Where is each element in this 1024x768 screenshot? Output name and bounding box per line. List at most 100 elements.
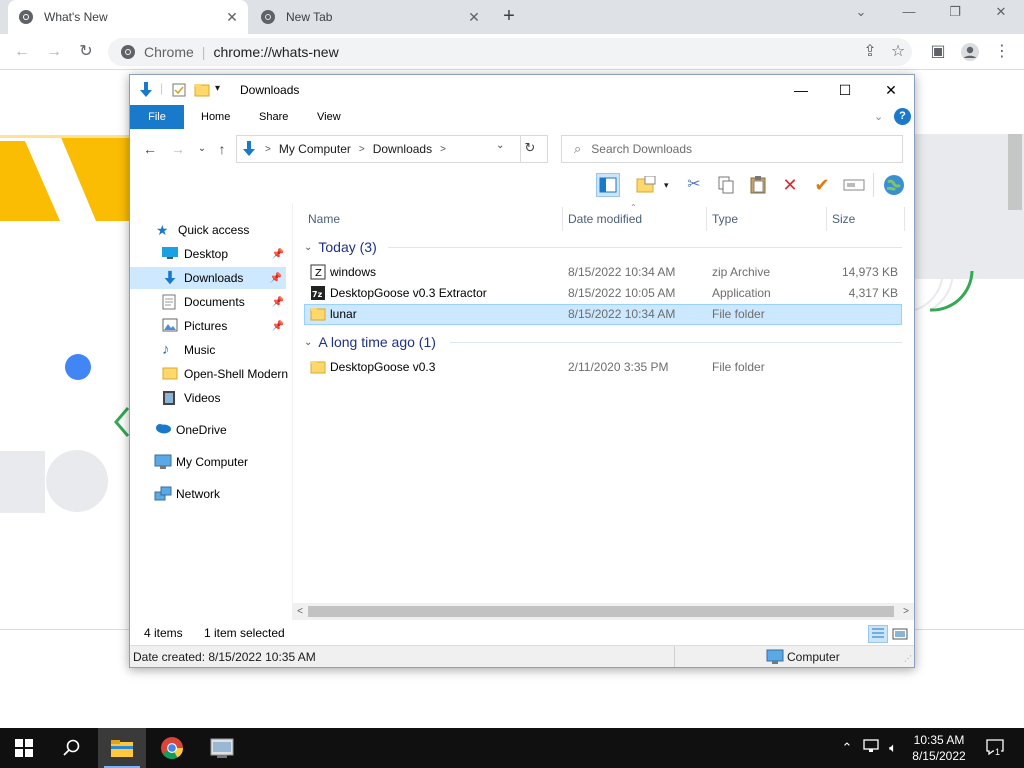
large-icons-view-icon[interactable] [890,625,910,643]
scroll-right-icon[interactable]: > [898,603,914,620]
properties-icon[interactable] [172,83,186,97]
delete-icon[interactable]: ✕ [778,173,802,197]
side-panel-icon[interactable]: ▣ [926,40,950,64]
column-divider[interactable] [904,207,905,231]
search-input[interactable]: ⌕ Search Downloads [561,135,903,163]
pin-icon[interactable]: 📌 [270,273,282,284]
refresh-icon[interactable]: ↻ [520,140,540,156]
up-arrow-icon[interactable]: ↑ [214,141,230,157]
group-header-today[interactable]: ⌄ Today (3) [304,235,377,259]
file-row-windows[interactable]: Z windows 8/15/2022 10:34 AM zip Archive… [304,262,902,283]
taskbar-app[interactable] [198,728,246,768]
ribbon-tab-share[interactable]: Share [245,105,302,129]
recent-locations-icon[interactable]: ⌄ [194,141,210,157]
group-header-long-time-ago[interactable]: ⌄ A long time ago (1) [304,330,436,354]
forward-arrow-icon[interactable]: → [170,141,186,157]
taskbar-file-explorer[interactable] [98,728,146,768]
view-dropdown-icon[interactable]: ▾ [664,180,669,191]
copy-icon[interactable] [714,173,738,197]
file-row-desktopgoose-extractor[interactable]: 7z DesktopGoose v0.3 Extractor 8/15/2022… [304,283,902,304]
ribbon-tab-home[interactable]: Home [187,105,244,129]
nav-downloads[interactable]: Downloads 📌 [130,267,286,289]
column-date-modified[interactable]: Date modified [568,207,642,231]
omnibox[interactable]: Chrome | chrome://whats-new [108,38,912,66]
nav-music[interactable]: ♪ Music [162,339,215,361]
close-tab-icon[interactable]: ✕ [224,9,240,26]
pin-icon[interactable]: 📌 [272,321,284,332]
scroll-left-icon[interactable]: < [292,603,308,620]
nav-onedrive[interactable]: OneDrive [154,419,227,441]
reload-icon[interactable]: ↻ [74,40,98,64]
tab-new-tab[interactable]: New Tab ✕ [250,0,490,34]
rename-icon[interactable] [842,173,866,197]
nav-pictures[interactable]: Pictures 📌 [162,315,284,337]
qat-dropdown-icon[interactable]: ▾ [215,83,220,94]
share-icon[interactable]: ⇪ [858,40,882,64]
taskbar-chrome[interactable] [148,728,196,768]
notifications-icon[interactable]: 1 [984,739,1006,757]
new-tab-button[interactable]: + [498,5,520,27]
volume-icon[interactable]: 🔈︎ [884,739,902,757]
expand-ribbon-icon[interactable]: ⌄ [874,110,883,123]
maximize-button[interactable]: ☐ [822,75,868,105]
close-tab-icon[interactable]: ✕ [466,9,482,26]
search-button[interactable] [48,728,96,768]
nav-videos[interactable]: Videos [162,387,220,409]
forward-arrow-icon[interactable]: → [42,40,66,64]
help-icon[interactable]: ? [894,108,911,125]
column-divider[interactable] [706,207,707,231]
nav-pane-splitter[interactable] [292,203,293,615]
file-row-desktopgoose[interactable]: DesktopGoose v0.3 2/11/2020 3:35 PM File… [304,357,902,378]
column-name[interactable]: Name [308,207,340,231]
view-folder-icon[interactable] [634,173,658,197]
globe-icon[interactable] [882,173,906,197]
navigation-pane-icon[interactable] [596,173,620,197]
nav-network[interactable]: Network [154,483,220,505]
properties-check-icon[interactable]: ✔ [810,173,834,197]
show-hidden-icons-icon[interactable]: ⌃ [838,739,856,757]
file-row-lunar[interactable]: lunar 8/15/2022 10:34 AM File folder [304,304,902,325]
resize-grip-icon[interactable]: ⋰ [904,654,912,663]
ribbon-tab-view[interactable]: View [303,105,355,129]
ribbon-tab-file[interactable]: File [130,105,184,129]
column-divider[interactable] [826,207,827,231]
column-divider[interactable] [562,207,563,231]
network-tray-icon[interactable] [862,739,880,757]
network-icon [154,486,172,502]
back-arrow-icon[interactable]: ← [10,40,34,64]
chrome-menu-icon[interactable]: ⋮ [990,40,1014,64]
pin-icon[interactable]: 📌 [272,249,284,260]
start-button[interactable] [0,728,48,768]
column-size[interactable]: Size [832,207,855,231]
nav-documents[interactable]: Documents 📌 [162,291,284,313]
new-folder-icon[interactable] [194,83,210,97]
paste-icon[interactable] [746,173,770,197]
column-type[interactable]: Type [712,207,738,231]
collapse-chevron-icon[interactable]: ⌄ [304,242,312,253]
nav-quick-access[interactable]: ★ Quick access [156,219,249,241]
details-view-icon[interactable] [868,625,888,643]
system-clock[interactable]: 10:35 AM 8/15/2022 [906,732,972,764]
cut-icon[interactable]: ✂ [682,173,706,197]
profile-avatar-icon[interactable] [958,40,982,64]
tab-search-icon[interactable]: ⌄ [838,4,884,26]
pin-icon[interactable]: 📌 [272,297,284,308]
breadcrumb-my-computer[interactable]: My Computer [279,142,351,156]
bookmark-star-icon[interactable]: ☆ [886,40,910,64]
restore-button[interactable]: ❐ [932,4,978,26]
minimize-button[interactable]: — [778,75,824,105]
close-window-button[interactable]: ✕ [978,4,1024,26]
nav-my-computer[interactable]: My Computer [154,451,248,473]
tab-whats-new[interactable]: What's New ✕ [8,0,248,34]
collapse-chevron-icon[interactable]: ⌄ [304,337,312,348]
horizontal-scrollbar[interactable]: < > [292,603,914,620]
breadcrumb-downloads[interactable]: Downloads [373,142,432,156]
back-arrow-icon[interactable]: ← [142,141,158,157]
scrollbar-thumb[interactable] [308,606,894,617]
minimize-button[interactable]: — [886,4,932,26]
close-window-button[interactable]: ✕ [868,75,914,105]
address-dropdown-icon[interactable]: ⌄ [496,140,504,151]
nav-open-shell-modern[interactable]: Open-Shell Modern [162,363,292,385]
nav-desktop[interactable]: Desktop 📌 [162,243,284,265]
explorer-titlebar[interactable]: | ▾ Downloads — ☐ ✕ [130,75,914,105]
